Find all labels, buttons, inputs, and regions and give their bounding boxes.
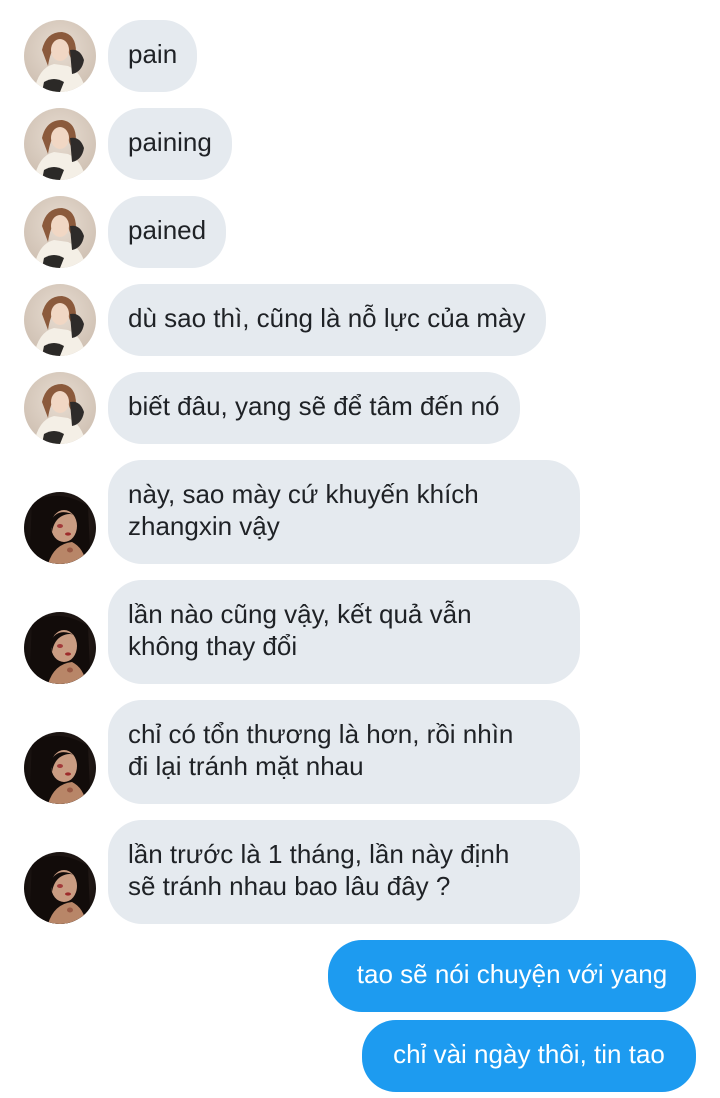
incoming-message-bubble[interactable]: này, sao mày cứ khuyến khích zhangxin vậ… — [108, 460, 580, 564]
message-text: biết đâu, yang sẽ để tâm đến nó — [128, 391, 500, 421]
message-text: zhangxin vậy — [128, 511, 280, 541]
contact-avatar-icon[interactable] — [24, 732, 96, 804]
incoming-message-bubble[interactable]: pain — [108, 20, 198, 92]
message-text: dù sao thì, cũng là nỗ lực của mày — [128, 303, 526, 333]
incoming-message-bubble[interactable]: lần trước là 1 tháng, lần này định sẽ tr… — [108, 820, 580, 924]
message-row: lần trước là 1 tháng, lần này định sẽ tr… — [0, 820, 720, 924]
message-text: đi lại tránh mặt nhau — [128, 751, 364, 781]
message-text: này, sao mày cứ khuyến khích — [128, 479, 479, 509]
contact-avatar-icon[interactable] — [24, 492, 96, 564]
contact-avatar-icon[interactable] — [24, 20, 96, 92]
message-row: pained — [0, 196, 720, 268]
outgoing-message-bubble[interactable]: tao sẽ nói chuyện với yang — [328, 940, 696, 1012]
message-row: này, sao mày cứ khuyến khích zhangxin vậ… — [0, 460, 720, 564]
outgoing-message-bubble[interactable]: chỉ vài ngày thôi, tin tao — [362, 1020, 696, 1092]
message-row: dù sao thì, cũng là nỗ lực của mày — [0, 284, 720, 356]
incoming-message-bubble[interactable]: pained — [108, 196, 227, 268]
incoming-message-bubble[interactable]: biết đâu, yang sẽ để tâm đến nó — [108, 372, 520, 444]
incoming-message-bubble[interactable]: lần nào cũng vậy, kết quả vẫn không thay… — [108, 580, 580, 684]
contact-avatar-icon[interactable] — [24, 852, 96, 924]
contact-avatar-icon[interactable] — [24, 372, 96, 444]
incoming-message-bubble[interactable]: paining — [108, 108, 232, 180]
message-row: lần nào cũng vậy, kết quả vẫn không thay… — [0, 580, 720, 684]
message-row: tao sẽ nói chuyện với yang — [0, 940, 720, 1012]
contact-avatar-icon[interactable] — [24, 108, 96, 180]
message-text: tao sẽ nói chuyện với yang — [356, 959, 668, 989]
message-text: paining — [128, 127, 212, 157]
chat-screen: { "conversation": { "messages": [ { "sen… — [0, 0, 720, 1098]
message-row: chỉ vài ngày thôi, tin tao — [0, 1020, 720, 1092]
incoming-message-bubble[interactable]: dù sao thì, cũng là nỗ lực của mày — [108, 284, 546, 356]
contact-avatar-icon[interactable] — [24, 284, 96, 356]
message-text: chỉ vài ngày thôi, tin tao — [393, 1039, 665, 1069]
incoming-message-bubble[interactable]: chỉ có tổn thương là hơn, rồi nhìn đi lạ… — [108, 700, 580, 804]
message-text: sẽ tránh nhau bao lâu đây ? — [128, 871, 451, 901]
message-row: pain — [0, 20, 720, 92]
message-row: biết đâu, yang sẽ để tâm đến nó — [0, 372, 720, 444]
message-text: pained — [128, 215, 207, 245]
contact-avatar-icon[interactable] — [24, 196, 96, 268]
message-text: chỉ có tổn thương là hơn, rồi nhìn — [128, 719, 514, 749]
message-row: chỉ có tổn thương là hơn, rồi nhìn đi lạ… — [0, 700, 720, 804]
message-text: lần nào cũng vậy, kết quả vẫn — [128, 599, 472, 629]
message-row: paining — [0, 108, 720, 180]
message-text: pain — [128, 39, 178, 69]
message-text: không thay đổi — [128, 631, 298, 661]
contact-avatar-icon[interactable] — [24, 612, 96, 684]
message-text: lần trước là 1 tháng, lần này định — [128, 839, 510, 869]
